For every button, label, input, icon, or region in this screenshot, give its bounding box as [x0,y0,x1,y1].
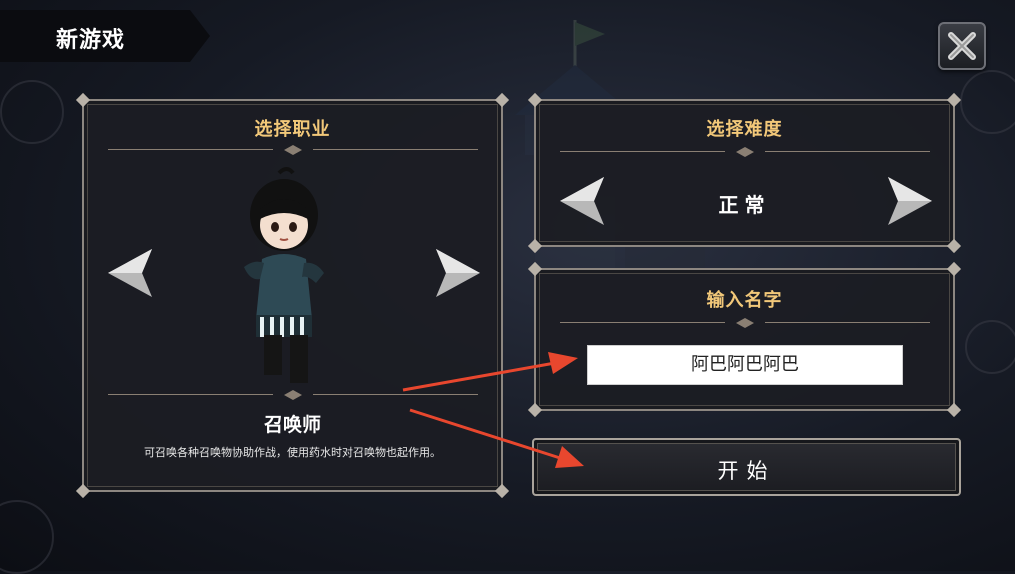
decor-swirl [960,70,1015,134]
name-input[interactable]: 阿巴阿巴阿巴 [587,345,903,385]
page-title: 新游戏 [56,28,126,53]
class-select-panel: 选择职业 召唤师 可召唤各种召唤物协助作战，使用药水时对召唤物也起作用。 [75,92,510,499]
ornament-divider [560,317,930,329]
decor-swirl [0,500,54,574]
ornament-divider [108,389,478,401]
ornament-divider [108,144,478,156]
name-panel-title: 输入名字 [706,290,783,311]
difficulty-panel-title: 选择难度 [706,119,783,140]
class-prev-arrow-icon[interactable] [108,249,154,297]
start-button[interactable]: 开始 [532,438,961,496]
start-button-label: 开始 [717,459,776,483]
class-name: 召唤师 [263,414,321,436]
close-x-icon [948,32,976,60]
class-description: 可召唤各种召唤物协助作战，使用药水时对召唤物也起作用。 [144,446,441,459]
difficulty-next-arrow-icon[interactable] [886,177,932,225]
close-button[interactable] [938,22,986,70]
ornament-divider [560,146,930,158]
name-panel: 输入名字 [527,261,962,418]
decor-swirl [0,80,64,144]
difficulty-panel: 选择难度 正常 [527,92,962,254]
decor-swirl [965,320,1015,374]
class-next-arrow-icon[interactable] [434,249,480,297]
class-panel-title: 选择职业 [254,119,331,140]
summoner-character-image [244,167,324,383]
